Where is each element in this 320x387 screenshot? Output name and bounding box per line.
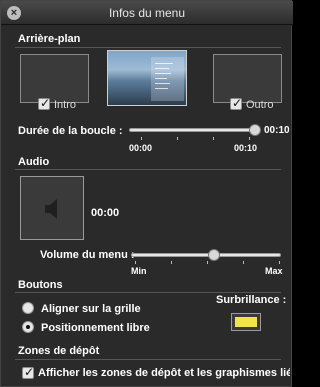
radio-selected-dot [26,325,30,329]
speaker-icon [45,199,57,219]
loop-duration-label: Durée de la boucle : [18,125,123,137]
loop-duration-value: 00:10 [264,125,290,136]
checkmark-icon: ✓ [24,365,35,379]
drop-zones-separator [15,359,281,360]
intro-checkbox[interactable]: ✓ [38,96,51,110]
outro-label: Outro [246,99,274,111]
free-positioning-radio[interactable] [22,321,34,333]
volume-slider-track[interactable] [131,253,281,257]
align-grid-label: Aligner sur la grille [41,303,141,315]
intro-label: Intro [54,99,77,111]
loop-min-label: 00:00 [129,143,153,153]
free-positioning-label: Positionnement libre [41,322,150,334]
background-thumbnail[interactable] [107,50,187,106]
audio-separator [15,169,281,170]
volume-label: Volume du menu : [40,249,135,261]
align-grid-radio[interactable] [22,302,34,314]
loop-duration-slider-track[interactable] [129,128,255,132]
volume-slider-knob[interactable] [207,249,220,261]
loop-max-label: 00:10 [234,143,258,153]
outro-checkbox[interactable]: ✓ [230,96,243,110]
show-drop-zones-label: Afficher les zones de dépôt et les graph… [38,367,290,379]
outro-thumbnail[interactable] [213,54,282,103]
drop-zones-section-title: Zones de dépôt [18,345,100,357]
intro-thumbnail[interactable] [20,54,89,103]
volume-max-label: Max [265,266,283,276]
buttons-section-title: Boutons [18,279,63,291]
show-drop-zones-checkbox[interactable]: ✓ [22,365,35,379]
loop-duration-slider-knob[interactable] [249,124,261,136]
highlight-color-swatch[interactable] [231,313,261,331]
audio-drop-box[interactable] [20,176,84,240]
background-separator [15,47,281,48]
highlight-color-fill [235,317,257,327]
background-section-title: Arrière-plan [18,33,81,45]
window-title: Infos du menu [108,6,186,20]
volume-min-label: Min [131,266,147,276]
audio-section-title: Audio [18,156,50,168]
title-bar: × Infos du menu [1,1,293,25]
checkmark-icon: ✓ [40,96,51,110]
buttons-separator [15,292,281,293]
menu-info-panel: × Infos du menu Arrière-plan ✓ Intro ✓ O… [0,0,293,387]
highlight-label: Surbrillance : [216,294,287,306]
audio-duration: 00:00 [91,207,120,219]
checkmark-icon: ✓ [232,96,243,110]
